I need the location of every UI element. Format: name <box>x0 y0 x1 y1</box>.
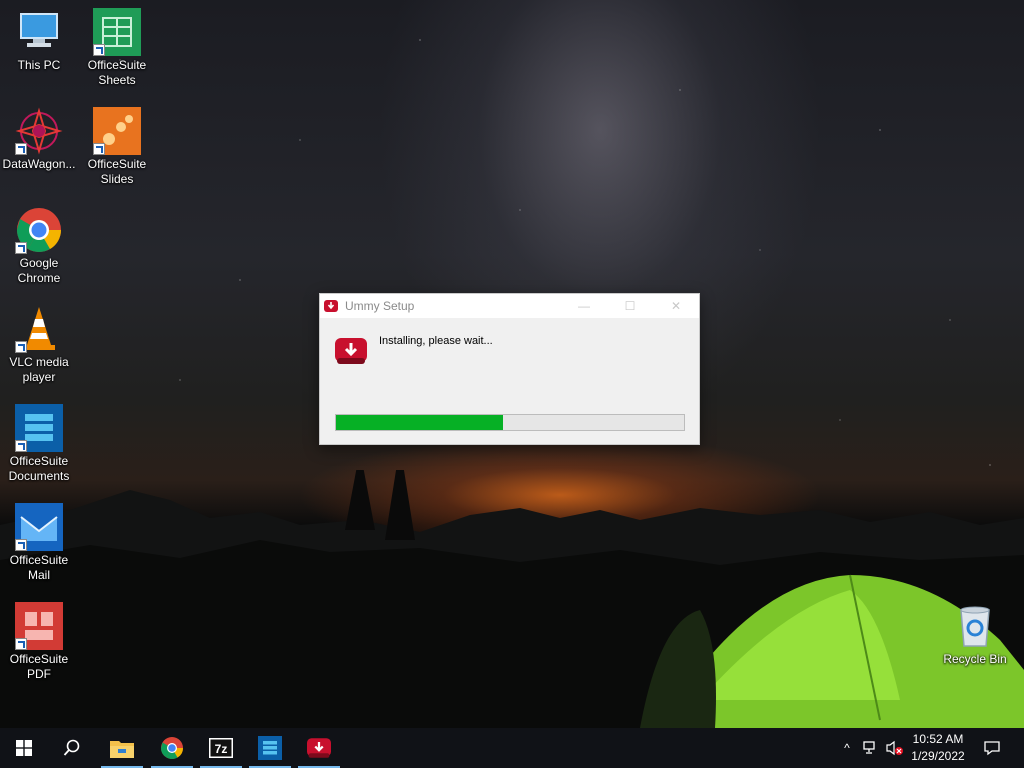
shortcut-arrow-icon <box>15 143 27 155</box>
officesuite-mail-icon <box>15 503 63 551</box>
ummy-app-icon <box>324 300 338 312</box>
desktop-icon-officesuite-sheets[interactable]: OfficeSuite Sheets <box>78 8 156 88</box>
taskbar-file-explorer[interactable] <box>98 728 146 768</box>
taskbar-ummy[interactable] <box>295 728 343 768</box>
datawagon-icon <box>15 107 63 155</box>
this-pc-icon <box>15 8 63 56</box>
dialog-title: Ummy Setup <box>345 299 415 313</box>
desktop-icon-officesuite-mail[interactable]: OfficeSuite Mail <box>0 503 78 583</box>
install-status-text: Installing, please wait... <box>379 335 493 347</box>
officesuite-slides-icon <box>93 107 141 155</box>
wallpaper-landscape <box>0 470 1024 728</box>
desktop-icon-vlc[interactable]: VLC media player <box>0 305 78 385</box>
clock-time: 10:52 AM <box>912 732 964 746</box>
taskbar: 7z ^ 10:52 AM 1/29/2022 <box>0 728 1024 768</box>
taskbar-chrome[interactable] <box>148 728 196 768</box>
file-explorer-icon <box>110 741 134 758</box>
desktop-icon-officesuite-slides[interactable]: OfficeSuite Slides <box>78 107 156 187</box>
desktop-icon-google-chrome[interactable]: Google Chrome <box>0 206 78 286</box>
taskbar-clock[interactable]: 10:52 AM 1/29/2022 <box>902 731 974 765</box>
notification-icon <box>984 741 1000 756</box>
desktop-icon-datawagon[interactable]: DataWagon... <box>0 107 78 172</box>
desktop-icon-recycle-bin[interactable]: Recycle Bin <box>936 602 1014 667</box>
tray-overflow-chevron[interactable]: ^ <box>838 740 856 756</box>
vlc-icon <box>15 305 63 353</box>
shortcut-arrow-icon <box>93 143 105 155</box>
start-button[interactable] <box>0 728 48 768</box>
dialog-body: Installing, please wait... <box>320 318 699 445</box>
chrome-icon <box>161 737 183 759</box>
dialog-titlebar[interactable]: Ummy Setup — ☐ ✕ <box>320 294 699 318</box>
clock-date: 1/29/2022 <box>911 749 965 763</box>
recycle-bin-icon <box>951 602 999 650</box>
shortcut-arrow-icon <box>15 539 27 551</box>
taskbar-7zip[interactable]: 7z <box>197 728 245 768</box>
shortcut-arrow-icon <box>15 440 27 452</box>
ummy-logo-icon <box>335 338 367 364</box>
desktop-icon-officesuite-documents[interactable]: OfficeSuite Documents <box>0 404 78 484</box>
action-center-button[interactable] <box>982 740 1002 756</box>
svg-text:7z: 7z <box>215 742 228 756</box>
taskbar-officesuite-documents[interactable] <box>246 728 294 768</box>
desktop-icon-officesuite-pdf[interactable]: OfficeSuite PDF <box>0 602 78 682</box>
maximize-button[interactable]: ☐ <box>607 294 653 318</box>
install-progress-bar <box>335 414 685 431</box>
minimize-button[interactable]: — <box>561 294 607 318</box>
desktop-icon-this-pc[interactable]: This PC <box>0 8 78 73</box>
ummy-icon <box>307 738 331 758</box>
shortcut-arrow-icon <box>15 242 27 254</box>
search-button[interactable] <box>48 728 96 768</box>
7zip-icon: 7z <box>209 738 233 758</box>
shortcut-arrow-icon <box>15 341 27 353</box>
officesuite-pdf-icon <box>15 602 63 650</box>
network-icon[interactable] <box>862 740 880 756</box>
search-icon <box>63 739 80 756</box>
close-button[interactable]: ✕ <box>653 294 699 318</box>
officesuite-documents-icon <box>15 404 63 452</box>
chrome-icon <box>15 206 63 254</box>
windows-start-icon <box>16 740 32 756</box>
desktop-background: This PC OfficeSuite Sheets DataWagon... … <box>0 0 1024 728</box>
officesuite-sheets-icon <box>93 8 141 56</box>
shortcut-arrow-icon <box>93 44 105 56</box>
officesuite-documents-icon <box>258 736 282 760</box>
progress-fill <box>336 415 504 430</box>
shortcut-arrow-icon <box>15 638 27 650</box>
ummy-setup-dialog: Ummy Setup — ☐ ✕ Installing, please wait… <box>319 293 700 445</box>
